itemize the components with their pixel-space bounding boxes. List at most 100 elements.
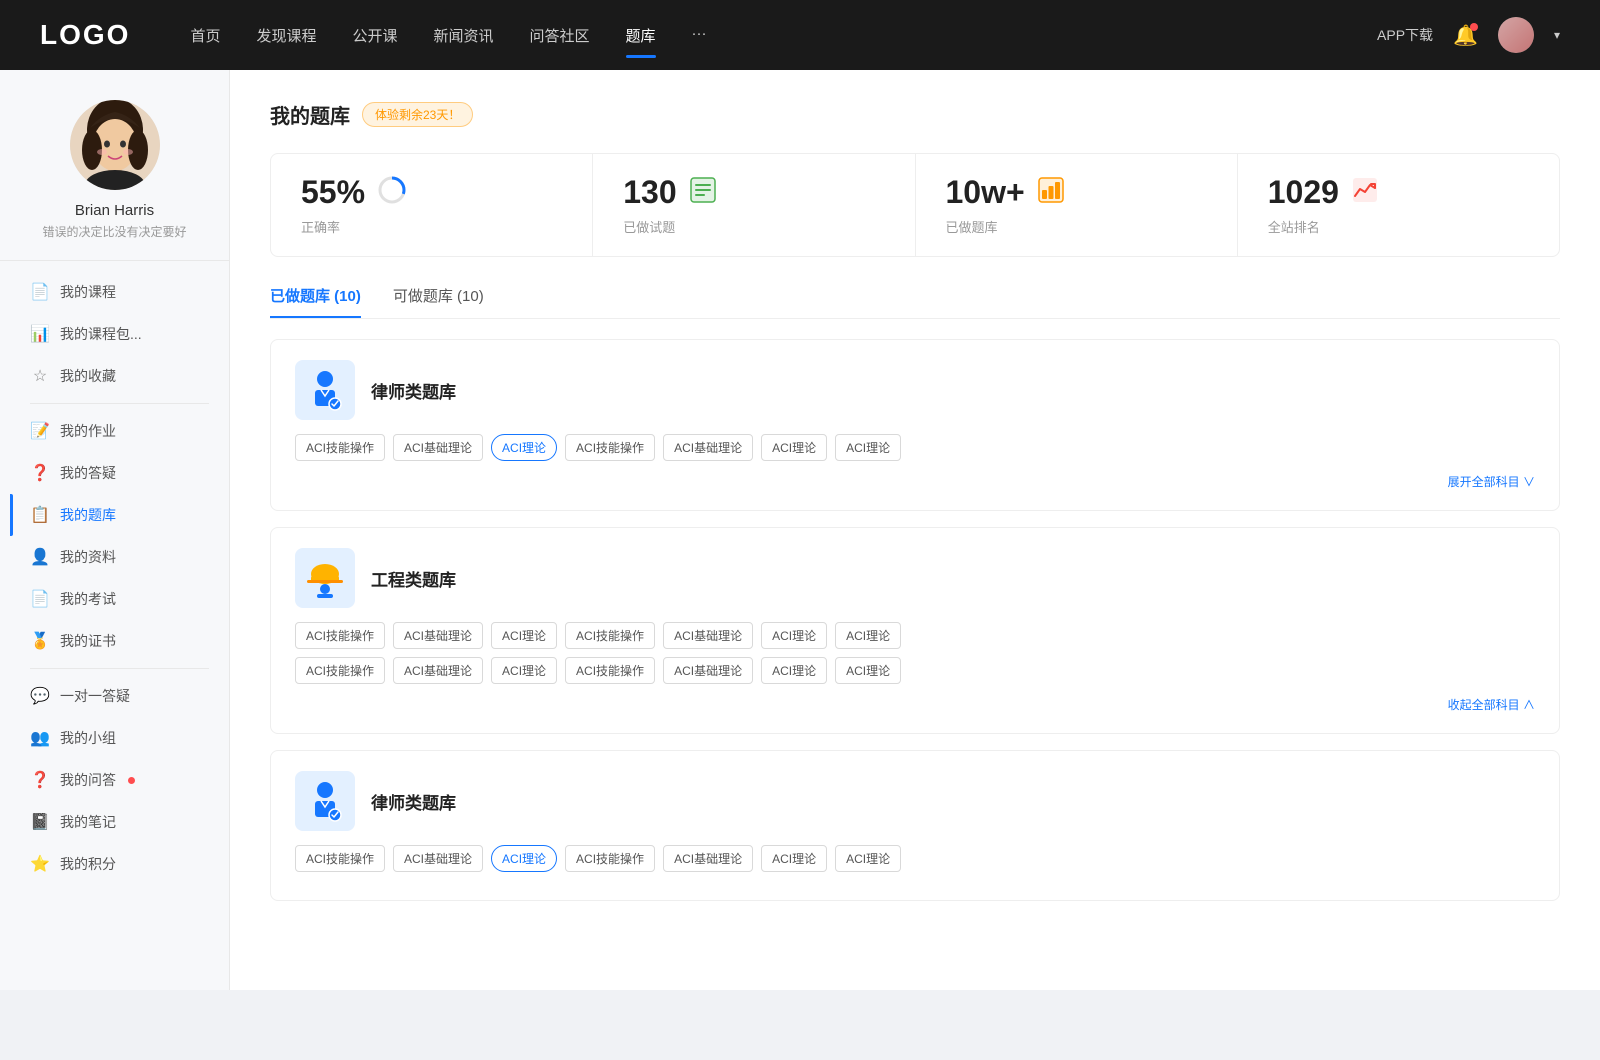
nav-question-bank[interactable]: 题库	[626, 21, 656, 50]
stat-done-questions: 130 已做试题	[593, 154, 915, 256]
navbar: LOGO 首页 发现课程 公开课 新闻资讯 问答社区 题库 ··· APP下载 …	[0, 0, 1600, 70]
bank-tags-row-2b: ACI技能操作 ACI基础理论 ACI理论 ACI技能操作 ACI基础理论 AC…	[295, 657, 1535, 684]
tag-2-4[interactable]: ACI技能操作	[565, 622, 655, 649]
sidebar-item-tutoring[interactable]: 💬 一对一答疑	[10, 675, 229, 717]
tag-3-2[interactable]: ACI基础理论	[393, 845, 483, 872]
accuracy-chart-icon	[377, 175, 407, 211]
tag-3-7[interactable]: ACI理论	[835, 845, 901, 872]
tag-3-6[interactable]: ACI理论	[761, 845, 827, 872]
sidebar-item-question-bank[interactable]: 📋 我的题库	[10, 494, 229, 536]
nav-open-course[interactable]: 公开课	[352, 21, 397, 50]
bank-card-header-1: 律师类题库	[295, 360, 1535, 420]
sidebar-item-course-package[interactable]: 📊 我的课程包...	[10, 313, 229, 355]
bank-card-lawyer-1: 律师类题库 ACI技能操作 ACI基础理论 ACI理论 ACI技能操作 ACI基…	[270, 339, 1560, 511]
tutoring-icon: 💬	[30, 686, 50, 706]
tag-2-1[interactable]: ACI技能操作	[295, 622, 385, 649]
my-qa-icon: ❓	[30, 770, 50, 790]
page-title: 我的题库	[270, 100, 350, 129]
tag-1-4[interactable]: ACI技能操作	[565, 434, 655, 461]
tag-2-11[interactable]: ACI技能操作	[565, 657, 655, 684]
bank-title-3: 律师类题库	[371, 789, 456, 814]
stat-done-questions-label: 已做试题	[623, 217, 884, 236]
profile-label: 我的资料	[60, 547, 116, 567]
tab-available-banks[interactable]: 可做题库 (10)	[393, 285, 484, 318]
points-label: 我的积分	[60, 854, 116, 874]
favorites-label: 我的收藏	[60, 366, 116, 386]
stat-accuracy-top: 55%	[301, 174, 562, 211]
tag-2-6[interactable]: ACI理论	[761, 622, 827, 649]
stat-done-banks-value: 10w+	[946, 174, 1025, 211]
nav-qa[interactable]: 问答社区	[530, 21, 590, 50]
profile-icon: 👤	[30, 547, 50, 567]
tag-3-4[interactable]: ACI技能操作	[565, 845, 655, 872]
sidebar-item-groups[interactable]: 👥 我的小组	[10, 717, 229, 759]
tag-1-6[interactable]: ACI理论	[761, 434, 827, 461]
nav-home[interactable]: 首页	[190, 21, 220, 50]
sidebar-item-homework[interactable]: 📝 我的作业	[10, 410, 229, 452]
main-wrapper: Brian Harris 错误的决定比没有决定要好 📄 我的课程 📊 我的课程包…	[0, 70, 1600, 990]
done-banks-icon	[1037, 176, 1065, 210]
tutoring-label: 一对一答疑	[60, 686, 130, 706]
tab-done-banks[interactable]: 已做题库 (10)	[270, 285, 361, 318]
tag-1-5[interactable]: ACI基础理论	[663, 434, 753, 461]
bank-tags-row-1: ACI技能操作 ACI基础理论 ACI理论 ACI技能操作 ACI基础理论 AC…	[295, 434, 1535, 461]
stat-ranking-top: 1029	[1268, 174, 1529, 211]
avatar[interactable]	[1498, 17, 1534, 53]
tag-2-10[interactable]: ACI理论	[491, 657, 557, 684]
tag-2-9[interactable]: ACI基础理论	[393, 657, 483, 684]
tag-2-14[interactable]: ACI理论	[835, 657, 901, 684]
chevron-down-icon[interactable]: ▾	[1554, 28, 1560, 42]
tabs-row: 已做题库 (10) 可做题库 (10)	[270, 285, 1560, 319]
tag-2-13[interactable]: ACI理论	[761, 657, 827, 684]
app-download-button[interactable]: APP下载	[1377, 25, 1433, 45]
avatar-image	[1498, 17, 1534, 53]
questions-icon: ❓	[30, 463, 50, 483]
tag-3-3[interactable]: ACI理论	[491, 845, 557, 872]
content-area: 我的题库 体验剩余23天！ 55% 正确率 13	[230, 70, 1600, 990]
certificates-label: 我的证书	[60, 631, 116, 651]
tag-2-12[interactable]: ACI基础理论	[663, 657, 753, 684]
bank-card-engineer: 工程类题库 ACI技能操作 ACI基础理论 ACI理论 ACI技能操作 ACI基…	[270, 527, 1560, 734]
sidebar-item-questions[interactable]: ❓ 我的答疑	[10, 452, 229, 494]
stat-done-questions-value: 130	[623, 174, 676, 211]
lawyer-bank-icon	[295, 360, 355, 420]
expand-link-1[interactable]: 展开全部科目 ∨	[295, 469, 1535, 490]
tag-2-8[interactable]: ACI技能操作	[295, 657, 385, 684]
nav-more[interactable]: ···	[692, 21, 707, 50]
tag-1-2[interactable]: ACI基础理论	[393, 434, 483, 461]
bank-card-lawyer-2: 律师类题库 ACI技能操作 ACI基础理论 ACI理论 ACI技能操作 ACI基…	[270, 750, 1560, 901]
sidebar-item-my-courses[interactable]: 📄 我的课程	[10, 271, 229, 313]
favorites-icon: ☆	[30, 366, 50, 386]
tag-3-5[interactable]: ACI基础理论	[663, 845, 753, 872]
bank-card-header-3: 律师类题库	[295, 771, 1535, 831]
notification-dot	[1470, 23, 1478, 31]
sidebar-item-notes[interactable]: 📓 我的笔记	[10, 801, 229, 843]
homework-label: 我的作业	[60, 421, 116, 441]
tag-2-5[interactable]: ACI基础理论	[663, 622, 753, 649]
divider-1	[30, 403, 209, 404]
tag-1-3[interactable]: ACI理论	[491, 434, 557, 461]
tag-2-3[interactable]: ACI理论	[491, 622, 557, 649]
trial-badge: 体验剩余23天！	[362, 102, 473, 127]
sidebar-item-my-qa[interactable]: ❓ 我的问答	[10, 759, 229, 801]
collapse-link[interactable]: 收起全部科目 ∧	[295, 692, 1535, 713]
my-courses-label: 我的课程	[60, 282, 116, 302]
sidebar-item-points[interactable]: ⭐ 我的积分	[10, 843, 229, 885]
nav-discover[interactable]: 发现课程	[256, 21, 316, 50]
sidebar-item-certificates[interactable]: 🏅 我的证书	[10, 620, 229, 662]
tag-1-1[interactable]: ACI技能操作	[295, 434, 385, 461]
tag-3-1[interactable]: ACI技能操作	[295, 845, 385, 872]
notification-bell[interactable]: 🔔	[1453, 23, 1478, 48]
tag-1-7[interactable]: ACI理论	[835, 434, 901, 461]
done-questions-icon	[689, 176, 717, 210]
nav-news[interactable]: 新闻资讯	[434, 21, 494, 50]
tag-2-2[interactable]: ACI基础理论	[393, 622, 483, 649]
sidebar-item-favorites[interactable]: ☆ 我的收藏	[10, 355, 229, 397]
exams-icon: 📄	[30, 589, 50, 609]
my-qa-label: 我的问答	[60, 770, 116, 790]
sidebar-item-exams[interactable]: 📄 我的考试	[10, 578, 229, 620]
sidebar-item-profile[interactable]: 👤 我的资料	[10, 536, 229, 578]
tag-2-7[interactable]: ACI理论	[835, 622, 901, 649]
stat-accuracy: 55% 正确率	[271, 154, 593, 256]
my-courses-icon: 📄	[30, 282, 50, 302]
